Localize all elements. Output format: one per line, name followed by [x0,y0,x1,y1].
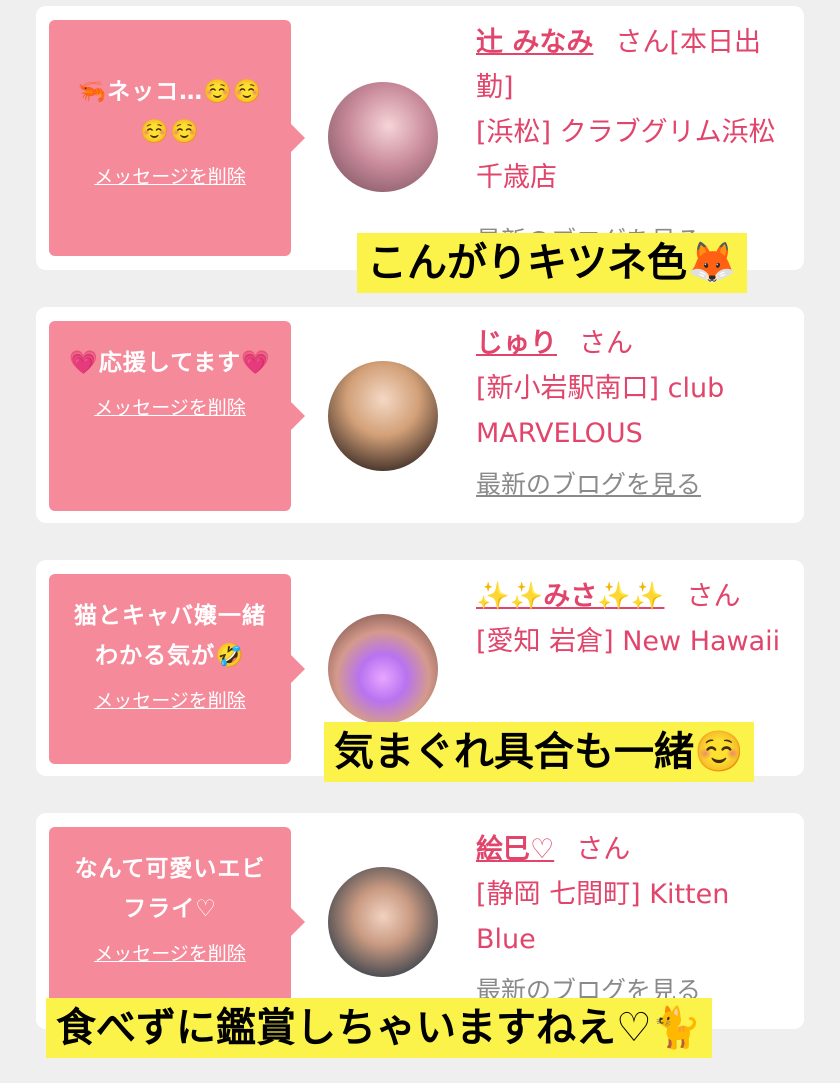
caption: 食べずに鑑賞しちゃいますねえ♡🐈 [46,998,712,1058]
shop-name: [浜松] クラブグリム浜松千歳店 [476,117,776,193]
favorite-card: 🦐ネッコ…☺️☺️☺️☺️ メッセージを削除 辻 みなみ さん[本日出勤] [浜松… [36,6,804,270]
blog-link[interactable]: 最新のブログを見る [476,462,796,507]
message-text: なんて可愛いエビフライ♡ [74,856,266,922]
message-bubble: 猫とキャバ嬢一緒わかる気が🤣 メッセージを削除 [49,574,291,764]
avatar[interactable] [328,867,438,977]
caption: こんがりキツネ色🦊 [357,233,747,293]
message-text: 💗応援してます💗 [69,350,271,376]
caption: 気まぐれ具合も一緒☺️ [324,722,754,782]
shop-name: [新小岩駅南口] club MARVELOUS [476,373,725,449]
profile-name-link[interactable]: 絵巳♡ [476,834,554,865]
honorific: さん [576,834,631,865]
avatar[interactable] [328,361,438,471]
message-bubble: 💗応援してます💗 メッセージを削除 [49,321,291,511]
profile-info: じゅり さん [新小岩駅南口] club MARVELOUS 最新のブログを見る [476,321,796,507]
favorite-card: なんて可愛いエビフライ♡ メッセージを削除 絵巳♡ さん [静岡 七間町] Kit… [36,813,804,1029]
delete-message-button[interactable]: メッセージを削除 [49,686,291,713]
avatar[interactable] [328,614,438,724]
avatar[interactable] [328,82,438,192]
message-text: 猫とキャバ嬢一緒わかる気が🤣 [74,603,266,669]
profile-name-link[interactable]: じゅり [476,328,557,359]
honorific: さん [686,581,741,612]
profile-info: ✨✨みさ✨✨ さん [愛知 岩倉] New Hawaii [476,574,796,664]
favorite-card: 💗応援してます💗 メッセージを削除 じゅり さん [新小岩駅南口] club MA… [36,307,804,523]
message-bubble: 🦐ネッコ…☺️☺️☺️☺️ メッセージを削除 [49,20,291,256]
delete-message-button[interactable]: メッセージを削除 [49,393,291,420]
profile-info: 辻 みなみさん[本日出勤] [浜松] クラブグリム浜松千歳店 最新のブログを見る [476,20,796,254]
shop-name: [愛知 岩倉] New Hawaii [476,626,781,657]
profile-name-link[interactable]: ✨✨みさ✨✨ [476,581,664,612]
profile-name-link[interactable]: 辻 みなみ [476,27,593,58]
message-bubble: なんて可愛いエビフライ♡ メッセージを削除 [49,827,291,1017]
delete-message-button[interactable]: メッセージを削除 [49,162,291,189]
profile-info: 絵巳♡ さん [静岡 七間町] Kitten Blue 最新のブログを見る [476,827,796,1013]
honorific: さん [579,328,633,359]
message-text: 🦐ネッコ…☺️☺️☺️☺️ [77,79,263,145]
delete-message-button[interactable]: メッセージを削除 [49,939,291,966]
shop-name: [静岡 七間町] Kitten Blue [476,879,730,955]
